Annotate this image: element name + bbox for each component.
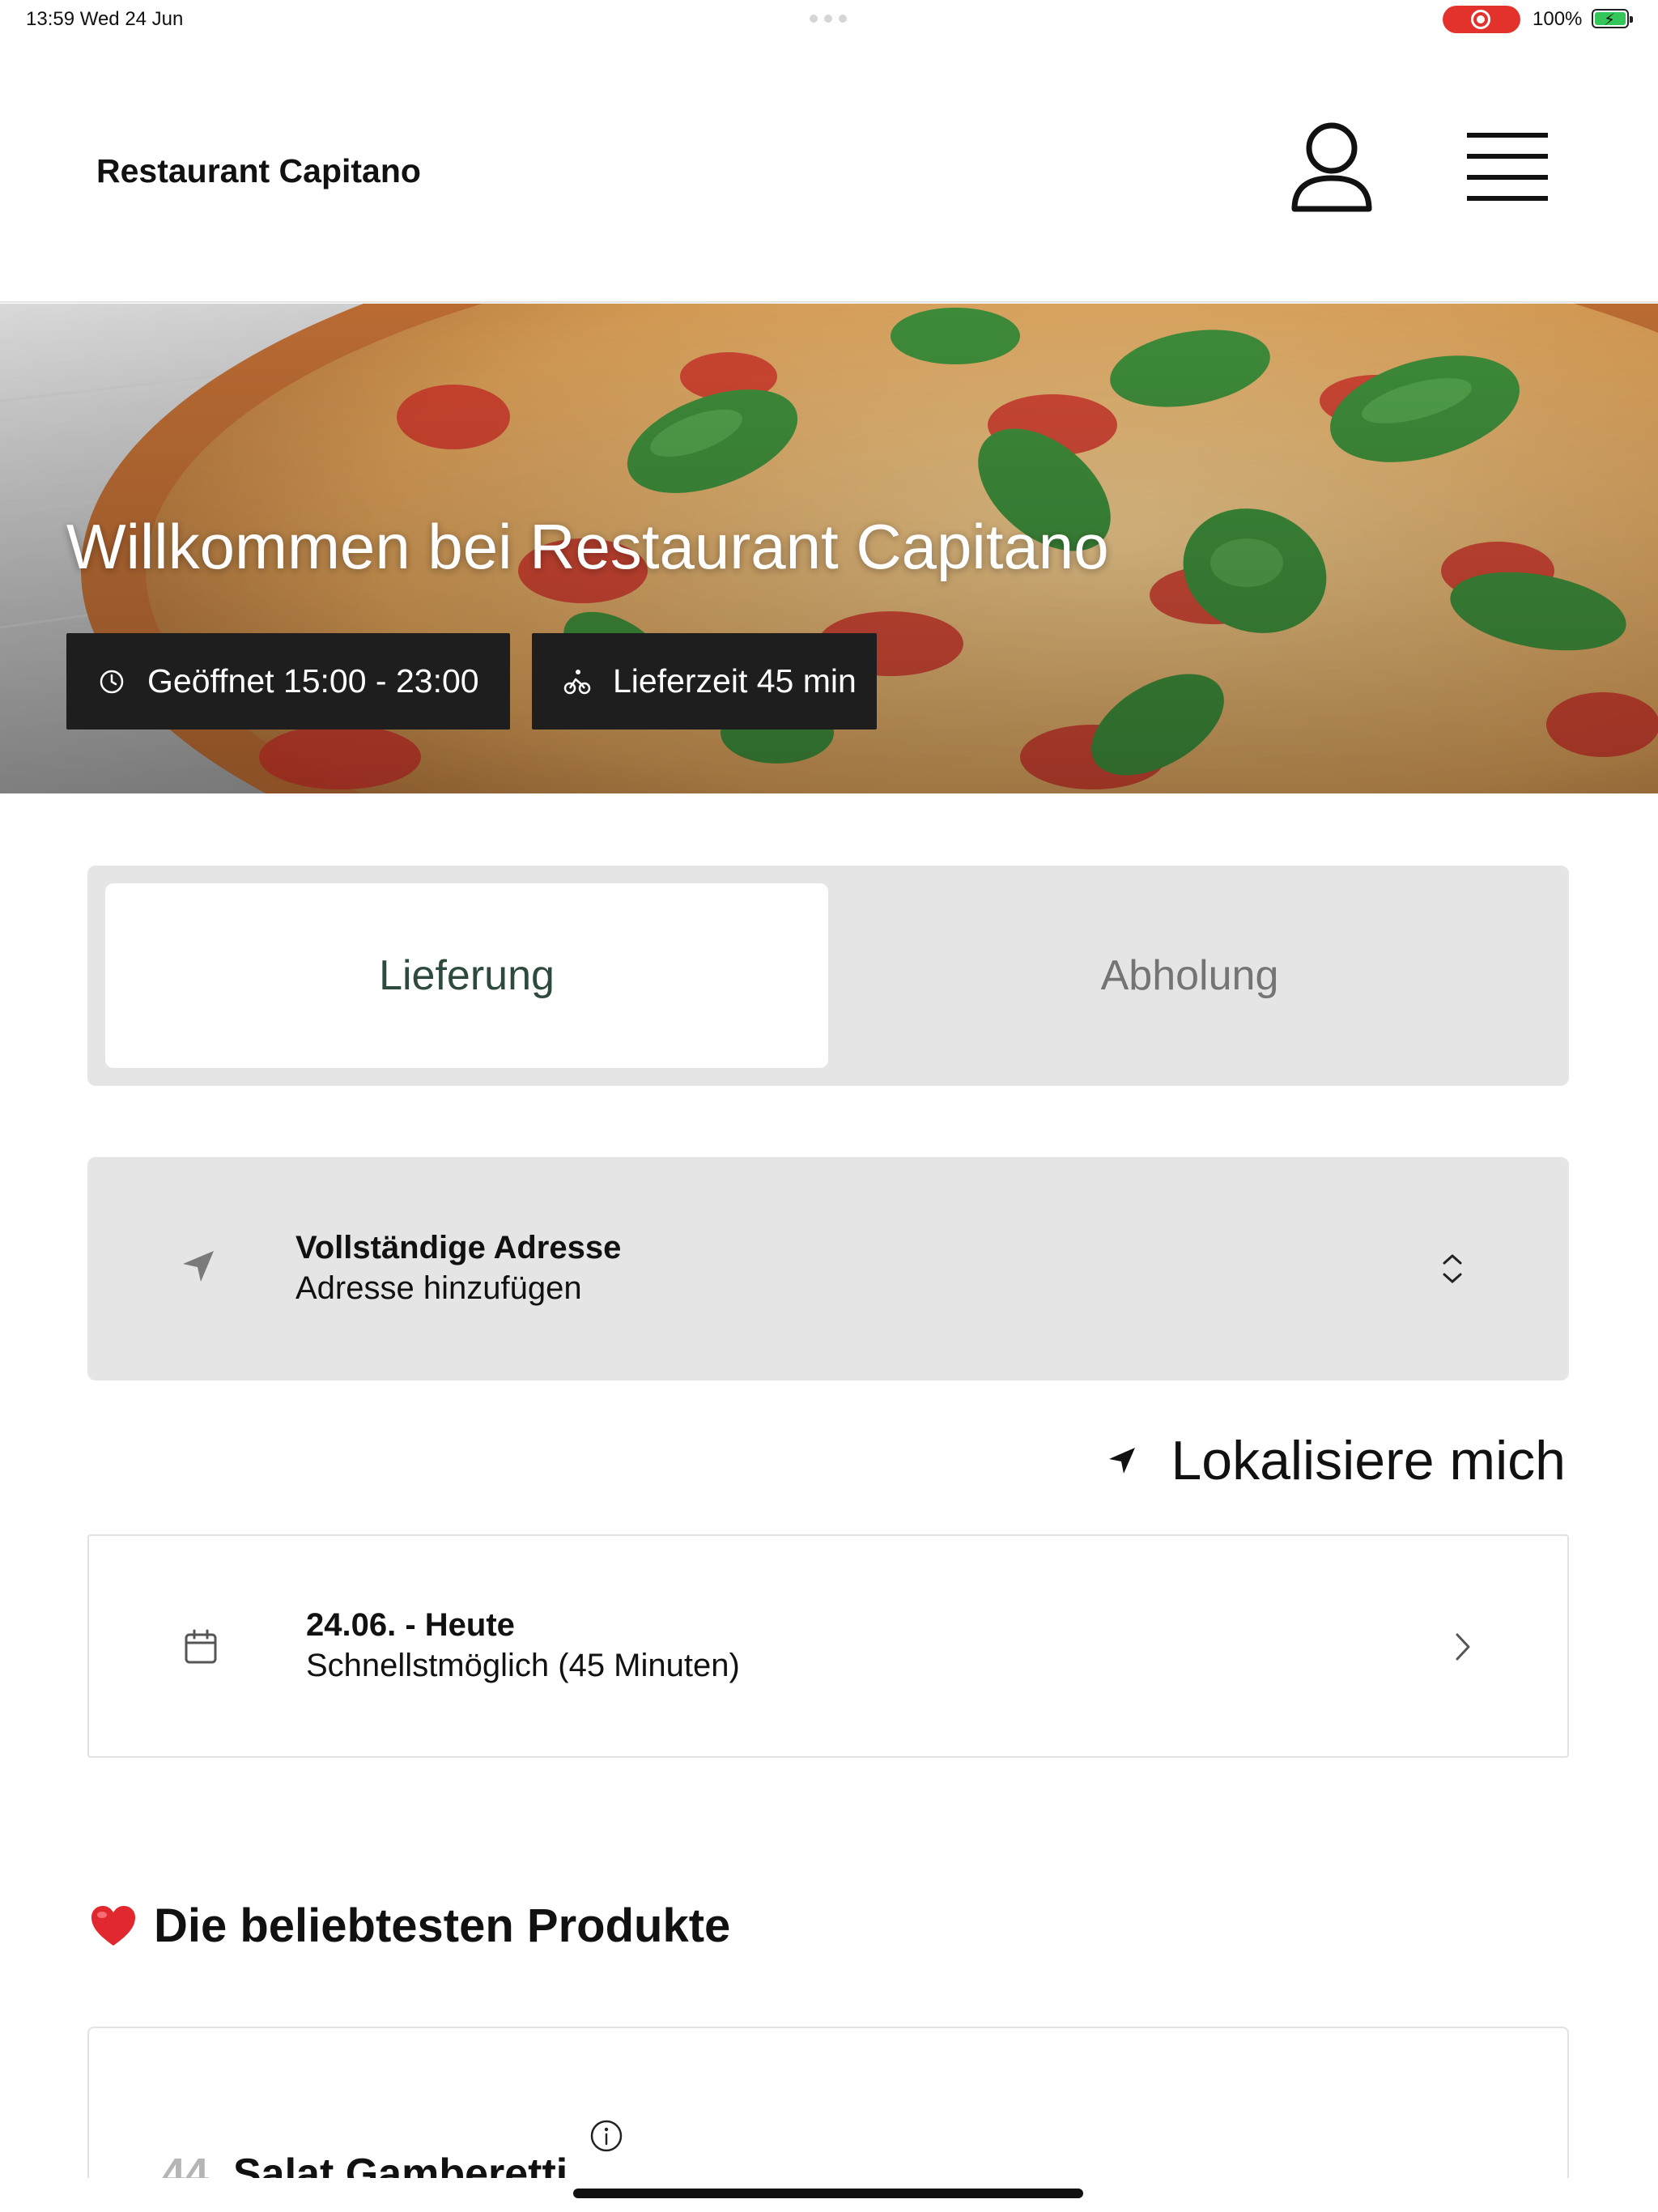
order-mode-switch: Lieferung Abholung: [87, 866, 1569, 1086]
popular-products-heading: Die beliebtesten Produkte: [89, 1899, 730, 1953]
opening-hours-text: Geöffnet 15:00 - 23:00: [147, 662, 479, 700]
heart-icon: [91, 1905, 135, 1946]
battery-percent: 100%: [1533, 8, 1583, 30]
calendar-icon: [185, 1629, 217, 1664]
address-selector[interactable]: Vollständige Adresse Adresse hinzufügen: [87, 1157, 1569, 1380]
bike-icon: [561, 666, 593, 698]
multitasking-dots[interactable]: [810, 15, 847, 23]
hero-banner: Willkommen bei Restaurant Capitano Geöff…: [0, 304, 1658, 793]
status-time: 13:59 Wed 24 Jun: [26, 8, 184, 30]
tab-pickup[interactable]: Abholung: [828, 883, 1551, 1068]
address-placeholder: Adresse hinzufügen: [295, 1270, 582, 1306]
chevron-up-down-icon: [1443, 1254, 1462, 1283]
clock-icon: [96, 666, 128, 698]
info-icon[interactable]: [589, 2119, 623, 2153]
opening-hours-badge: Geöffnet 15:00 - 23:00: [66, 633, 510, 730]
menu-icon: [1467, 133, 1548, 138]
home-indicator[interactable]: [573, 2189, 1083, 2198]
tab-delivery[interactable]: Lieferung: [105, 883, 828, 1068]
locate-me-button[interactable]: Lokalisiere mich: [1106, 1429, 1566, 1492]
hamburger-menu-button[interactable]: [1460, 130, 1554, 207]
user-icon: [1291, 122, 1372, 212]
delivery-time-text: Lieferzeit 45 min: [613, 662, 857, 700]
top-header: Restaurant Capitano: [0, 39, 1658, 303]
screen-recording-indicator: [1443, 6, 1520, 33]
status-bar: 13:59 Wed 24 Jun 100% ⚡: [0, 0, 1658, 39]
location-arrow-icon: [1109, 1448, 1136, 1474]
address-label: Vollständige Adresse: [295, 1230, 622, 1266]
location-arrow-icon: [183, 1251, 214, 1282]
delivery-date-title: 24.06. - Heute: [306, 1607, 515, 1643]
account-button[interactable]: [1287, 120, 1376, 217]
locate-me-label: Lokalisiere mich: [1171, 1430, 1566, 1491]
delivery-time-badge: Lieferzeit 45 min: [532, 633, 877, 730]
delivery-date-subtitle: Schnellstmöglich (45 Minuten): [306, 1648, 740, 1683]
restaurant-name[interactable]: Restaurant Capitano: [96, 152, 421, 190]
chevron-right-icon: [1456, 1633, 1470, 1661]
delivery-date-selector[interactable]: 24.06. - Heute Schnellstmöglich (45 Minu…: [87, 1534, 1569, 1758]
charging-bolt-icon: ⚡: [1604, 11, 1616, 29]
hero-title: Willkommen bei Restaurant Capitano: [66, 511, 1109, 582]
popular-products-title: Die beliebtesten Produkte: [154, 1899, 731, 1952]
